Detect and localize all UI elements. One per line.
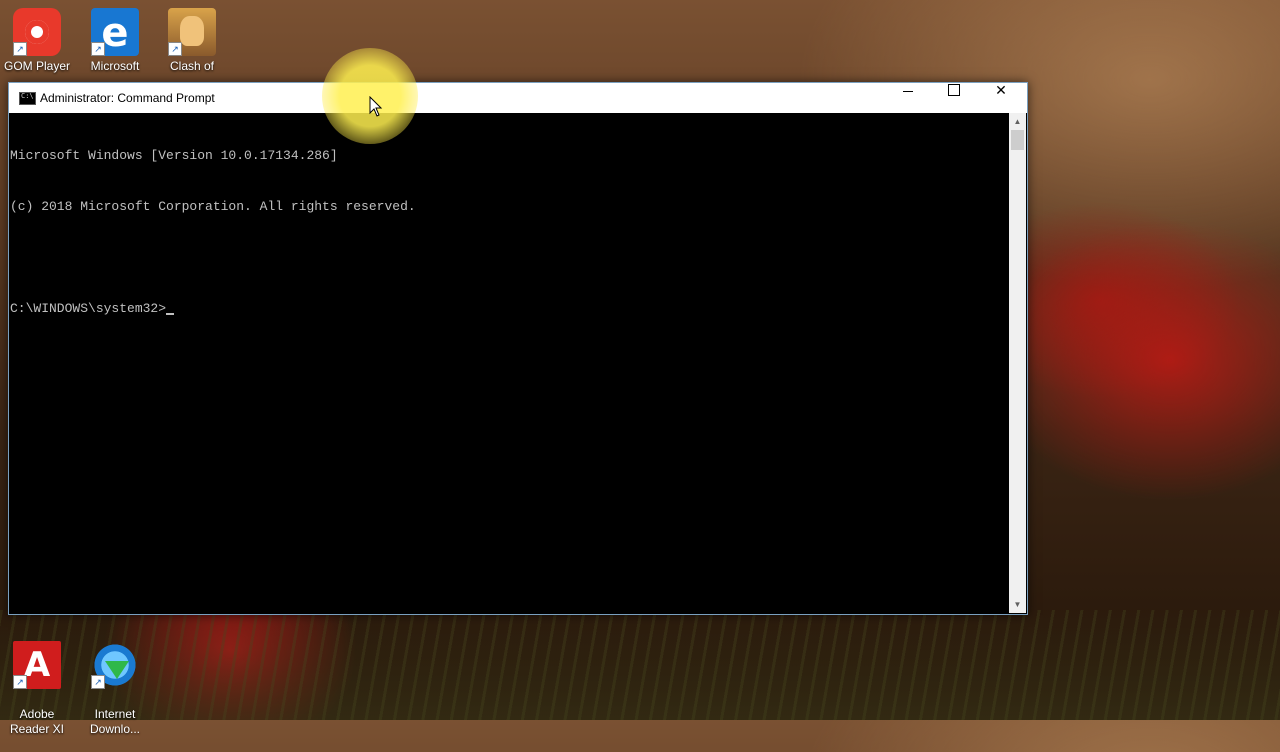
scroll-down-arrow-icon[interactable]: ▼ (1009, 596, 1026, 613)
shortcut-arrow-icon: ↗ (91, 42, 105, 56)
minimize-button[interactable] (885, 83, 931, 113)
scroll-thumb[interactable] (1011, 130, 1024, 150)
maximize-button[interactable] (931, 83, 977, 113)
shortcut-arrow-icon: ↗ (13, 675, 27, 689)
desktop-icon-gom-player[interactable]: ↗ GOM Player (0, 8, 74, 74)
console-line: (c) 2018 Microsoft Corporation. All righ… (10, 199, 416, 214)
console-prompt: C:\WINDOWS\system32> (10, 301, 167, 316)
internet-download-manager-icon: ↗ (91, 641, 139, 689)
clash-of-clans-icon: ↗ (168, 8, 216, 56)
command-prompt-window[interactable]: Administrator: Command Prompt ✕ Microsof… (8, 82, 1028, 615)
adobe-reader-icon: A ↗ (13, 641, 61, 689)
window-titlebar[interactable]: Administrator: Command Prompt ✕ (9, 83, 1027, 113)
console-prompt-line[interactable]: C:\WINDOWS\system32> (9, 300, 1009, 317)
gom-player-icon: ↗ (13, 8, 61, 56)
desktop-icon-label: Internet Downlo... (89, 707, 141, 736)
console-output[interactable]: Microsoft Windows [Version 10.0.17134.28… (9, 113, 1009, 614)
cmd-icon (19, 92, 36, 105)
desktop-icon-label: Microsoft (90, 59, 140, 73)
maximize-icon (948, 83, 960, 96)
text-cursor (166, 313, 175, 315)
shortcut-arrow-icon: ↗ (168, 42, 182, 56)
minimize-icon (903, 90, 913, 92)
edge-icon: e ↗ (91, 8, 139, 56)
desktop-icon-internet-download-manager[interactable]: ↗ Internet Downlo... (78, 626, 152, 752)
desktop-icon-label: GOM Player (3, 59, 70, 73)
desktop-icon-clash-of-clans[interactable]: ↗ Clash of (155, 8, 229, 74)
console-line: Microsoft Windows [Version 10.0.17134.28… (10, 148, 338, 163)
close-button[interactable]: ✕ (978, 83, 1024, 113)
close-icon: ✕ (995, 83, 1007, 99)
desktop-icon-adobe-reader[interactable]: A ↗ Adobe Reader XI (0, 626, 74, 752)
desktop-icon-label: Clash of (169, 59, 215, 73)
shortcut-arrow-icon: ↗ (91, 675, 105, 689)
vertical-scrollbar[interactable]: ▲ ▼ (1009, 113, 1026, 613)
desktop-icon-microsoft-edge[interactable]: e ↗ Microsoft (78, 8, 152, 74)
window-title: Administrator: Command Prompt (40, 91, 215, 105)
desktop-icon-label: Adobe Reader XI (9, 707, 65, 736)
shortcut-arrow-icon: ↗ (13, 42, 27, 56)
wallpaper-grass (0, 610, 1280, 720)
scroll-up-arrow-icon[interactable]: ▲ (1009, 113, 1026, 130)
